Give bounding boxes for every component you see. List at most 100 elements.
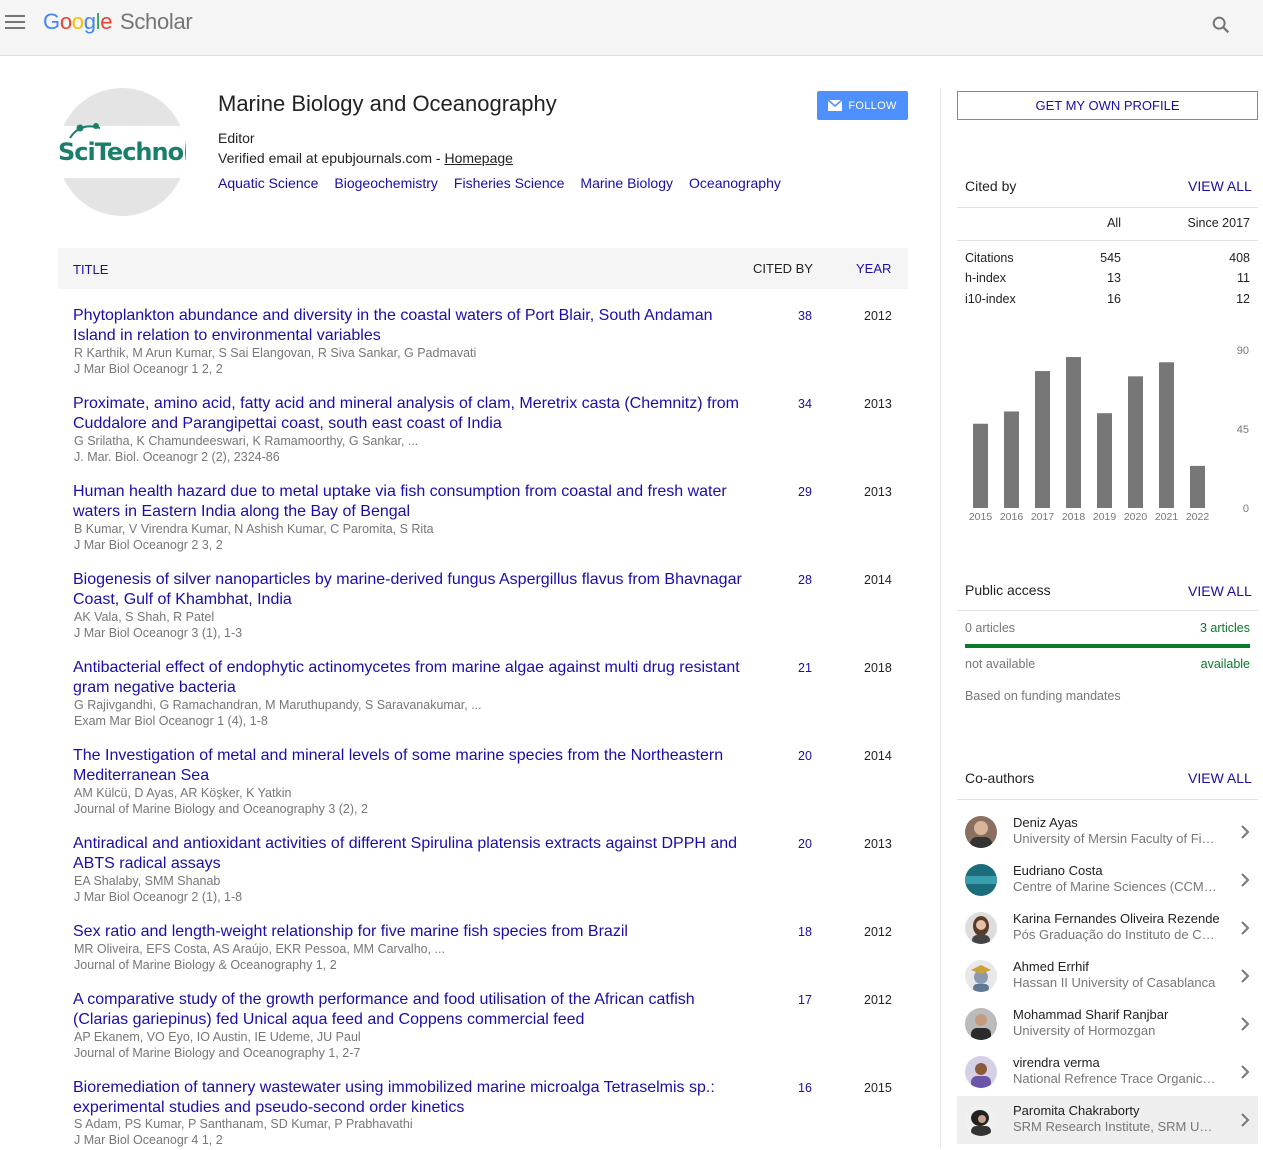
chevron-right-icon <box>1241 1113 1250 1127</box>
chart-bar-2016[interactable] <box>1004 411 1019 508</box>
article-venue: Exam Mar Biol Oceanogr 1 (4), 1-8 <box>74 714 268 728</box>
stat-label[interactable]: i10-index <box>965 292 1016 306</box>
coauthor-avatar <box>965 816 997 848</box>
cited-by-view-all[interactable]: VIEW ALL <box>1188 178 1252 194</box>
article-authors: G Srilatha, K Chamundeeswari, K Ramamoor… <box>74 434 419 448</box>
chart-bar-2021[interactable] <box>1159 362 1174 508</box>
chart-bar-2015[interactable] <box>973 423 988 508</box>
sort-by-title[interactable]: TITLE <box>73 262 108 277</box>
article-title-link[interactable]: The Investigation of metal and mineral l… <box>73 746 743 786</box>
coauthor-avatar <box>965 960 997 992</box>
table-row: Proximate, amino acid, fatty acid and mi… <box>58 394 908 482</box>
coauthor-name: Ahmed Errhif <box>1013 959 1089 974</box>
article-title-link[interactable]: Sex ratio and length-weight relationship… <box>73 922 743 942</box>
follow-button[interactable]: FOLLOW <box>817 91 908 120</box>
cited-by-header: CITED BY <box>753 261 813 276</box>
chart-bar-2018[interactable] <box>1066 357 1081 508</box>
chevron-right-icon <box>1241 1065 1250 1079</box>
coauthors-title: Co-authors <box>965 770 1035 786</box>
interest-link[interactable]: Fisheries Science <box>454 175 565 191</box>
col-all-header: All <box>1107 216 1121 230</box>
table-row: Phytoplankton abundance and diversity in… <box>58 306 908 394</box>
chart-bar-2019[interactable] <box>1097 413 1112 508</box>
table-row: Antibacterial effect of endophytic actin… <box>58 658 908 746</box>
article-title-link[interactable]: A comparative study of the growth perfor… <box>73 990 743 1030</box>
article-title-link[interactable]: Antibacterial effect of endophytic actin… <box>73 658 743 698</box>
coauthor-item[interactable]: Ahmed Errhif Hassan II University of Cas… <box>957 952 1258 1000</box>
top-bar: Google Scholar <box>0 0 1263 56</box>
articles-table-header: TITLE CITED BY YEAR <box>58 248 908 289</box>
profile-name: Marine Biology and Oceanography <box>218 91 557 116</box>
article-venue: J Mar Biol Oceanogr 1 2, 2 <box>74 362 223 376</box>
chevron-right-icon <box>1241 873 1250 887</box>
article-authors: G Rajivgandhi, G Ramachandran, M Maruthu… <box>74 698 482 712</box>
interest-link[interactable]: Oceanography <box>689 175 781 191</box>
article-title-link[interactable]: Phytoplankton abundance and diversity in… <box>73 306 743 346</box>
stat-all: 13 <box>1107 271 1121 285</box>
article-title-link[interactable]: Human health hazard due to metal uptake … <box>73 482 743 522</box>
menu-icon[interactable] <box>5 15 25 31</box>
article-title-link[interactable]: Biogenesis of silver nanoparticles by ma… <box>73 570 743 610</box>
stat-label[interactable]: Citations <box>965 251 1014 265</box>
chart-bar-2022[interactable] <box>1190 465 1205 508</box>
cited-by-count[interactable]: 21 <box>798 661 812 675</box>
chart-bar-2020[interactable] <box>1128 376 1143 508</box>
y-tick-label: 0 <box>1243 503 1249 515</box>
coauthor-item[interactable]: Paromita Chakraborty SRM Research Instit… <box>957 1096 1258 1144</box>
table-row: Sex ratio and length-weight relationship… <box>58 922 908 990</box>
x-tick-label: 2016 <box>1000 511 1024 523</box>
unavailable-count[interactable]: 0 articles <box>965 621 1015 635</box>
sort-by-year[interactable]: YEAR <box>856 261 891 276</box>
x-tick-label: 2021 <box>1155 511 1179 523</box>
coauthor-affiliation: SRM Research Institute, SRM University <box>1013 1119 1217 1134</box>
article-venue: J Mar Biol Oceanogr 4 1, 2 <box>74 1133 223 1147</box>
coauthor-avatar <box>965 1104 997 1136</box>
cited-by-count[interactable]: 34 <box>798 397 812 411</box>
cited-by-count[interactable]: 16 <box>798 1081 812 1095</box>
column-divider <box>940 88 941 1148</box>
coauthor-item[interactable]: Eudriano Costa Centre of Marine Sciences… <box>957 856 1258 904</box>
divider <box>957 610 1258 611</box>
article-title-link[interactable]: Bioremediation of tannery wastewater usi… <box>73 1078 743 1118</box>
article-venue: J Mar Biol Oceanogr 3 (1), 1-3 <box>74 626 243 640</box>
article-year: 2014 <box>864 749 892 763</box>
cited-by-count[interactable]: 18 <box>798 925 812 939</box>
article-venue: Journal of Marine Biology and Oceanograp… <box>74 1046 361 1060</box>
get-my-own-profile-button[interactable]: GET MY OWN PROFILE <box>957 91 1258 120</box>
article-year: 2013 <box>864 837 892 851</box>
coauthors-view-all[interactable]: VIEW ALL <box>1188 770 1252 786</box>
article-title-link[interactable]: Antiradical and antioxidant activities o… <box>73 834 743 874</box>
mail-icon <box>828 100 843 111</box>
cited-by-count[interactable]: 17 <box>798 993 812 1007</box>
coauthor-name: Mohammad Sharif Ranjbar <box>1013 1007 1169 1022</box>
article-year: 2012 <box>864 993 892 1007</box>
coauthor-avatar <box>965 912 997 944</box>
coauthor-item[interactable]: virendra verma National Refrence Trace O… <box>957 1048 1258 1096</box>
article-title-link[interactable]: Proximate, amino acid, fatty acid and mi… <box>73 394 743 434</box>
coauthor-item[interactable]: Deniz Ayas University of Mersin Faculty … <box>957 808 1258 856</box>
coauthor-item[interactable]: Karina Fernandes Oliveira Rezende Pós Gr… <box>957 904 1258 952</box>
x-tick-label: 2018 <box>1062 511 1086 523</box>
article-authors: MR Oliveira, EFS Costa, AS Araújo, EKR P… <box>74 942 445 956</box>
coauthor-name: Eudriano Costa <box>1013 863 1103 878</box>
search-icon[interactable] <box>1210 14 1232 36</box>
cited-by-count[interactable]: 38 <box>798 309 812 323</box>
chart-bar-2017[interactable] <box>1035 371 1050 508</box>
interest-link[interactable]: Marine Biology <box>580 175 673 191</box>
coauthor-affiliation: University of Mersin Faculty of Fisherie… <box>1013 831 1217 846</box>
available-count[interactable]: 3 articles <box>1150 621 1250 635</box>
interest-link[interactable]: Biogeochemistry <box>334 175 438 191</box>
public-access-view-all[interactable]: VIEW ALL <box>1188 583 1252 599</box>
google-scholar-logo[interactable]: Google Scholar <box>43 9 193 35</box>
cited-by-count[interactable]: 29 <box>798 485 812 499</box>
stat-label[interactable]: h-index <box>965 271 1006 285</box>
interest-link[interactable]: Aquatic Science <box>218 175 318 191</box>
cited-by-title: Cited by <box>965 178 1017 194</box>
cited-by-count[interactable]: 28 <box>798 573 812 587</box>
homepage-link[interactable]: Homepage <box>444 150 513 166</box>
cited-by-count[interactable]: 20 <box>798 749 812 763</box>
y-tick-label: 45 <box>1237 424 1249 436</box>
coauthor-name: Deniz Ayas <box>1013 815 1078 830</box>
cited-by-count[interactable]: 20 <box>798 837 812 851</box>
coauthor-item[interactable]: Mohammad Sharif Ranjbar University of Ho… <box>957 1000 1258 1048</box>
